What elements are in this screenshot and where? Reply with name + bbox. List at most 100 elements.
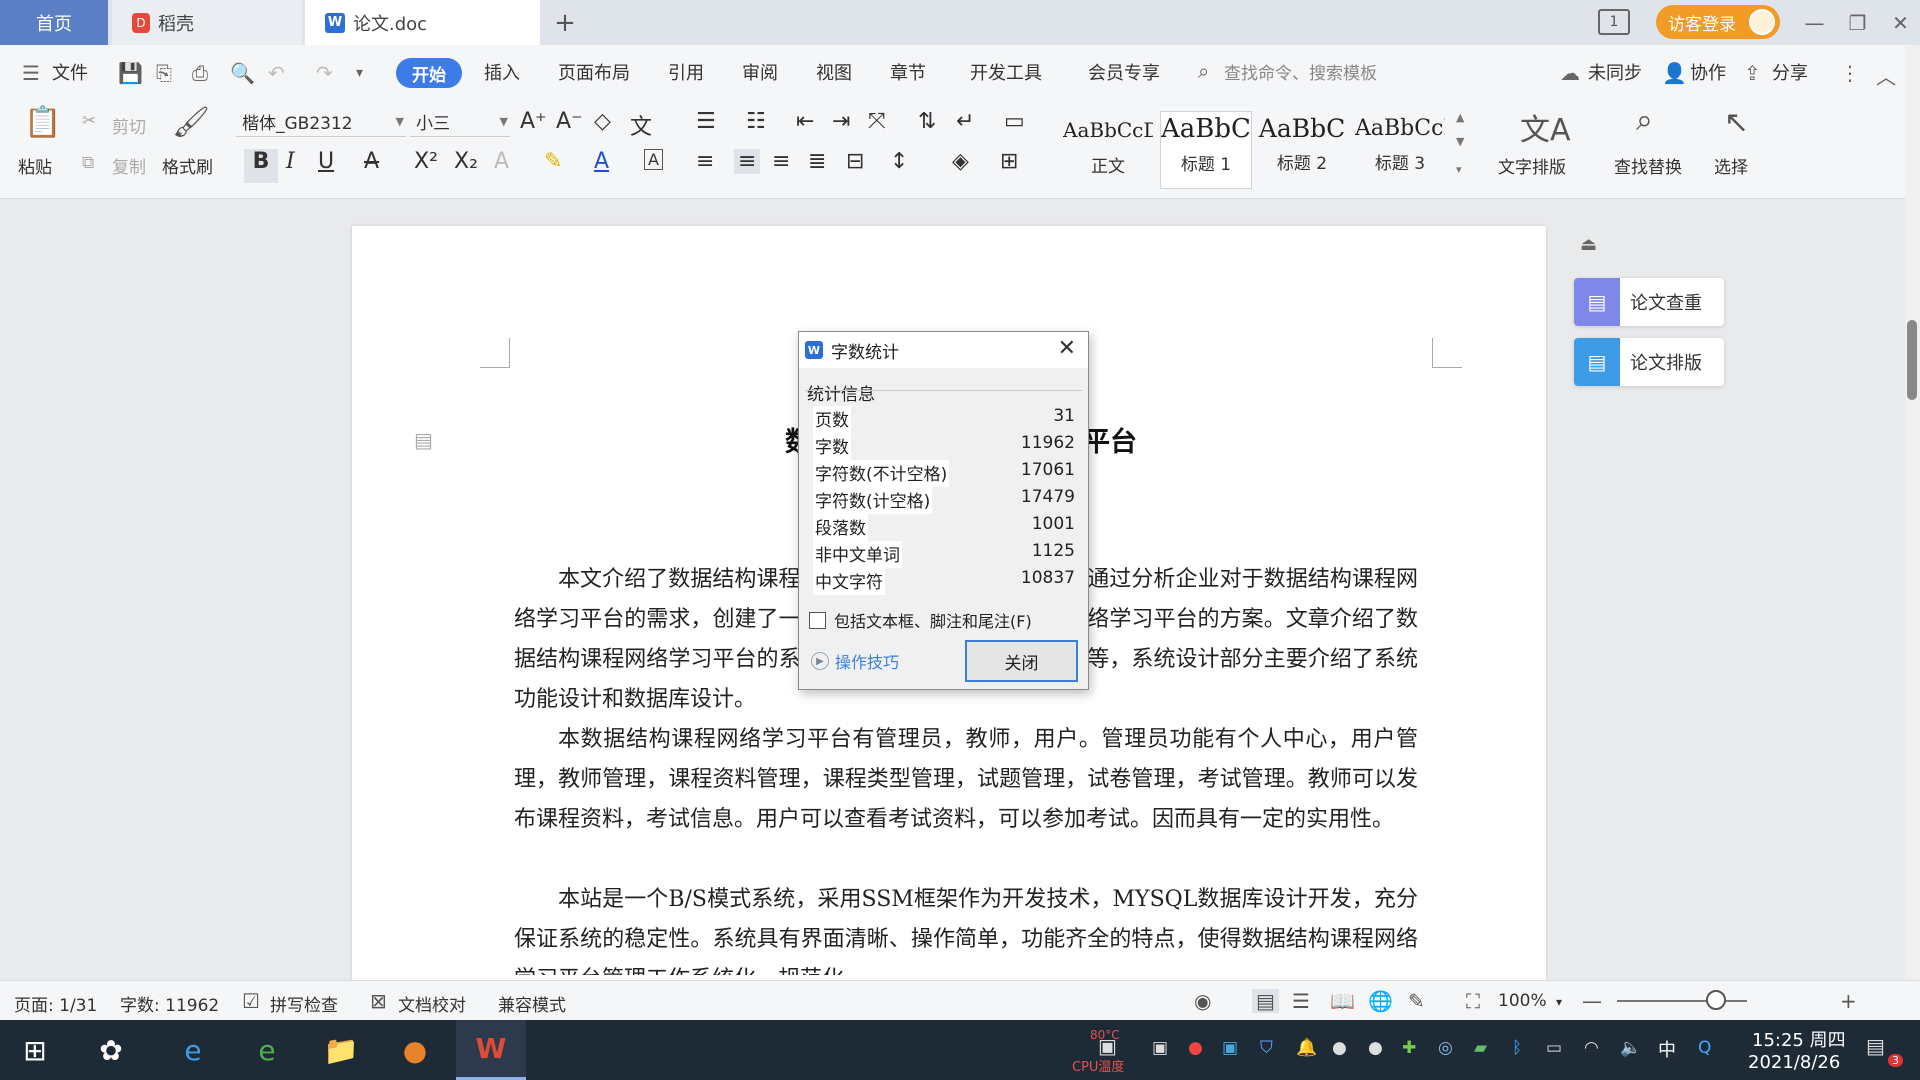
outline-view-icon[interactable]: ☰ bbox=[1292, 989, 1310, 1013]
paper-check-button[interactable]: ▤ 论文查重 bbox=[1574, 278, 1724, 326]
tray-app-icon[interactable]: ▣ bbox=[1222, 1038, 1238, 1058]
style-heading-1[interactable]: AaBbC 标题 1 bbox=[1160, 111, 1252, 189]
align-left-icon[interactable]: ≡ bbox=[696, 149, 714, 174]
find-replace-icon[interactable]: ⌕ bbox=[1636, 103, 1653, 138]
zoom-out-icon[interactable]: — bbox=[1582, 989, 1602, 1013]
styles-scroll-down-icon[interactable]: ▼ bbox=[1456, 135, 1464, 148]
copy-button[interactable]: 复制 bbox=[112, 153, 146, 178]
select-cursor-icon[interactable]: ↖ bbox=[1724, 105, 1749, 140]
print-icon[interactable]: ⎙ bbox=[192, 61, 208, 85]
align-center-icon[interactable]: ≡ bbox=[734, 149, 761, 174]
dialog-close-button[interactable]: 关闭 bbox=[965, 640, 1078, 682]
bullet-list-icon[interactable]: ☰ bbox=[696, 109, 716, 134]
side-panel-collapse-icon[interactable]: ⏏ bbox=[1580, 234, 1597, 255]
decrease-indent-icon[interactable]: ⇤ bbox=[796, 109, 814, 134]
tab-home[interactable]: 首页 bbox=[0, 0, 108, 45]
distributed-icon[interactable]: ⊟ bbox=[846, 149, 864, 174]
clear-format-icon[interactable]: ◇ bbox=[594, 109, 611, 134]
style-heading-3[interactable]: AaBbCcI 标题 3 bbox=[1354, 111, 1446, 189]
shading-icon[interactable]: ◈ bbox=[952, 149, 969, 174]
write-mode-icon[interactable]: ✎ bbox=[1408, 989, 1425, 1013]
highlight-icon[interactable]: ✎ bbox=[544, 149, 562, 174]
include-textbox-checkbox[interactable]: 包括文本框、脚注和尾注(F) bbox=[809, 608, 1032, 632]
collapse-ribbon-icon[interactable]: ︿ bbox=[1876, 61, 1896, 90]
tray-app-icon[interactable]: ● bbox=[1368, 1038, 1383, 1058]
print-preview-icon[interactable]: 🔍 bbox=[230, 61, 255, 85]
new-tab-button[interactable]: + bbox=[545, 0, 585, 45]
checkbox-box[interactable] bbox=[809, 611, 826, 629]
menu-reference[interactable]: 引用 bbox=[668, 59, 704, 85]
doc-proof-button[interactable]: 文档校对 bbox=[398, 991, 466, 1016]
menu-insert[interactable]: 插入 bbox=[484, 59, 520, 85]
table-icon[interactable]: ▭ bbox=[1004, 109, 1025, 134]
menu-file[interactable]: 文件 bbox=[52, 59, 88, 85]
battery-icon[interactable]: ▭ bbox=[1546, 1038, 1562, 1058]
text-effect-icon[interactable]: A bbox=[494, 149, 509, 174]
cpu-monitor-icon[interactable]: ▣ bbox=[1098, 1034, 1117, 1058]
styles-scroll-up-icon[interactable]: ▲ bbox=[1456, 111, 1464, 124]
zoom-in-icon[interactable]: + bbox=[1840, 989, 1857, 1013]
undo-icon[interactable]: ↶ bbox=[268, 61, 285, 85]
phonetic-icon[interactable]: 文 bbox=[630, 109, 652, 141]
tray-app-icon[interactable]: ▣ bbox=[1152, 1038, 1168, 1058]
spell-check-button[interactable]: 拼写检查 bbox=[270, 991, 338, 1016]
tab-daoke[interactable]: D 稻壳 bbox=[112, 0, 302, 45]
web-view-icon[interactable]: 🌐 bbox=[1368, 989, 1393, 1013]
chinese-layout-icon[interactable]: ⤧ bbox=[868, 109, 886, 134]
task-view-icon[interactable]: ✿ bbox=[76, 1020, 146, 1080]
close-window-icon[interactable]: ✕ bbox=[1878, 0, 1920, 45]
cut-button[interactable]: 剪切 bbox=[112, 113, 146, 138]
text-layout-button[interactable]: 文字排版 bbox=[1498, 153, 1566, 178]
ie-browser-icon[interactable]: e bbox=[158, 1020, 228, 1080]
more-icon[interactable]: ⋮ bbox=[1840, 61, 1860, 85]
page-view-icon[interactable]: ▤ bbox=[1252, 989, 1279, 1013]
tab-document[interactable]: W 论文.doc bbox=[305, 0, 540, 45]
guest-login-button[interactable]: 访客登录 bbox=[1656, 5, 1780, 39]
tray-app-icon[interactable]: ● bbox=[1188, 1038, 1203, 1058]
window-layout-icon[interactable]: 1 bbox=[1598, 9, 1630, 35]
redo-icon[interactable]: ↷ bbox=[316, 61, 333, 85]
volume-icon[interactable]: 🔈 bbox=[1620, 1038, 1641, 1058]
unsynced-button[interactable]: 未同步 bbox=[1588, 59, 1642, 85]
tray-app-icon[interactable]: ● bbox=[1332, 1038, 1347, 1058]
menu-dev-tools[interactable]: 开发工具 bbox=[970, 59, 1042, 85]
format-painter-button[interactable]: 格式刷 bbox=[162, 153, 213, 178]
paste-icon[interactable]: 📋 bbox=[24, 105, 61, 140]
fit-page-icon[interactable]: ⛶ bbox=[1466, 989, 1480, 1013]
zoom-level[interactable]: 100% bbox=[1498, 991, 1547, 1011]
tray-app-icon[interactable]: ◎ bbox=[1438, 1038, 1453, 1058]
save-icon[interactable]: 💾 bbox=[118, 61, 143, 85]
styles-more-icon[interactable]: ▾ bbox=[1456, 163, 1462, 176]
browser-360-icon[interactable]: e bbox=[232, 1020, 302, 1080]
text-layout-icon[interactable]: 文A bbox=[1520, 105, 1571, 149]
input-method-indicator[interactable]: 中 bbox=[1658, 1036, 1676, 1062]
wifi-icon[interactable]: ◠ bbox=[1584, 1038, 1599, 1058]
menu-start[interactable]: 开始 bbox=[396, 58, 462, 88]
dialog-close-icon[interactable]: ✕ bbox=[1058, 336, 1076, 361]
notification-bell-icon[interactable]: 🔔 bbox=[1296, 1038, 1317, 1058]
search-app-icon[interactable]: Q bbox=[1698, 1038, 1711, 1058]
increase-indent-icon[interactable]: ⇥ bbox=[832, 109, 850, 134]
strikethrough-icon[interactable]: A bbox=[364, 149, 379, 174]
start-menu-icon[interactable]: ⊞ bbox=[0, 1020, 70, 1080]
clock-time[interactable]: 15:25 周四 bbox=[1752, 1026, 1846, 1052]
justify-icon[interactable]: ≣ bbox=[808, 149, 826, 174]
style-normal[interactable]: AaBbCcDd 正文 bbox=[1062, 111, 1154, 189]
nvidia-icon[interactable]: ▰ bbox=[1474, 1038, 1487, 1058]
quick-access-dropdown-icon[interactable]: ▾ bbox=[356, 65, 363, 81]
menu-member[interactable]: 会员专享 bbox=[1088, 59, 1160, 85]
paper-format-button[interactable]: ▤ 论文排版 bbox=[1574, 338, 1724, 386]
export-icon[interactable]: ⎘ bbox=[156, 61, 172, 85]
borders-icon[interactable]: ⊞ bbox=[1000, 149, 1018, 174]
eye-protection-icon[interactable]: ◉ bbox=[1194, 989, 1211, 1013]
zoom-dropdown-icon[interactable]: ▾ bbox=[1556, 995, 1562, 1009]
word-count-indicator[interactable]: 字数: 11962 bbox=[120, 991, 219, 1016]
command-search-input[interactable]: 查找命令、搜索模板 bbox=[1224, 59, 1377, 84]
align-right-icon[interactable]: ≡ bbox=[772, 149, 790, 174]
scrollbar-thumb[interactable] bbox=[1907, 320, 1917, 400]
app-mascot-icon[interactable]: ● bbox=[380, 1020, 450, 1080]
format-painter-icon[interactable]: 🖌 bbox=[172, 105, 210, 140]
numbered-list-icon[interactable]: ☷ bbox=[746, 109, 766, 134]
reading-view-icon[interactable]: 📖 bbox=[1330, 989, 1355, 1013]
zoom-slider-handle[interactable] bbox=[1706, 990, 1726, 1010]
